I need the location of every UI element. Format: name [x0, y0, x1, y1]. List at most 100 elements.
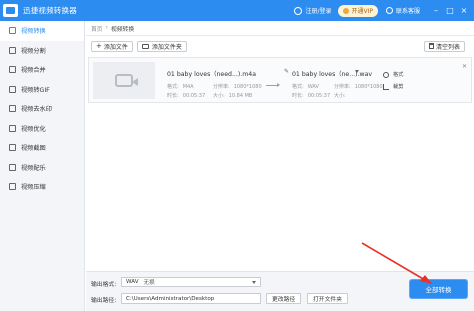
meta-label: 格式:	[167, 84, 179, 90]
source-format: 格式: M4A	[167, 83, 194, 90]
add-file-label: 添加文件	[103, 43, 128, 51]
chevron-down-icon	[252, 281, 256, 284]
sidebar-item-video-split[interactable]: 视频分割	[0, 41, 84, 61]
folder-icon	[141, 43, 149, 49]
meta-label: 大小:	[334, 93, 346, 99]
target-format: 格式: WAV	[292, 83, 319, 90]
target-file-name[interactable]: 01 baby loves（ne...).wav	[292, 69, 372, 78]
file-row[interactable]: 01 baby loves（need...).m4a 格式: M4A 分辨率: 10…	[88, 57, 472, 103]
watermark-icon	[9, 105, 16, 113]
sidebar-item-label: 视频转换	[21, 28, 46, 36]
file-list: 01 baby loves（need...).m4a 格式: M4A 分辨率: 10…	[88, 55, 472, 285]
breadcrumb-current: 视频转换	[110, 26, 135, 33]
output-path-label: 输出路径:	[91, 298, 117, 304]
sidebar-item-music[interactable]: 视频配乐	[0, 158, 84, 178]
clear-list-button[interactable]: 清空列表	[423, 40, 465, 52]
source-size: 大小: 10.84 MB	[213, 92, 252, 99]
convert-arrow-icon	[266, 83, 280, 87]
sidebar-item-label: 视频配乐	[21, 164, 46, 172]
sidebar-item-label: 视频分割	[21, 47, 46, 55]
title-bar: 迅捷视频转换器 注册/登录 开通VIP 联系客服 – □ ×	[0, 0, 474, 21]
main-panel: 首页 › 视频转换 + 添加文件 添加文件夹 清空列表 01 baby love…	[86, 21, 474, 311]
add-folder-button[interactable]: 添加文件夹	[136, 40, 187, 52]
trash-icon	[428, 43, 434, 49]
meta-value: 1080*1080	[233, 84, 262, 90]
optimize-icon	[9, 124, 16, 132]
output-format-label: 输出格式:	[91, 282, 117, 288]
breadcrumb: 首页 › 视频转换	[86, 21, 474, 36]
sidebar-item-video-convert[interactable]: 视频转换	[0, 21, 84, 41]
target-resolution: 分辨率: 1080*1080	[334, 83, 383, 90]
target-size: 大小:	[334, 92, 350, 99]
add-file-button[interactable]: + 添加文件	[91, 40, 133, 52]
merge-icon	[9, 66, 16, 74]
toolbar: + 添加文件 添加文件夹 清空列表	[91, 40, 469, 52]
meta-value: 1080*1080	[354, 84, 383, 90]
screenshot-icon	[9, 144, 16, 152]
vip-button[interactable]: 开通VIP	[338, 4, 378, 17]
meta-value: 00:05:37	[182, 93, 206, 99]
meta-label: 分辨率:	[334, 84, 351, 90]
crop-label: 裁剪	[393, 84, 404, 90]
sidebar: 视频转换 视频分割 视频合并 视频转GIF 视频去水印 视频优化 视频截图 视频…	[0, 21, 85, 311]
sidebar-item-label: 视频转GIF	[21, 86, 50, 94]
sidebar-item-label: 视频去水印	[21, 106, 52, 114]
gear-icon	[383, 71, 389, 78]
close-button[interactable]: ×	[458, 5, 470, 17]
source-resolution: 分辨率: 1080*1080	[213, 83, 262, 90]
app-logo-icon	[3, 4, 18, 17]
user-icon[interactable]	[294, 6, 303, 15]
crop-icon	[383, 83, 389, 90]
meta-value: WAV	[307, 84, 319, 90]
meta-label: 时长:	[167, 93, 179, 99]
source-duration: 时长: 00:05:37	[167, 92, 205, 99]
vip-crown-icon	[343, 7, 350, 14]
output-format-select[interactable]: WAV 无损	[121, 277, 261, 287]
gif-icon	[9, 85, 16, 93]
target-dropdown-icon[interactable]	[355, 70, 359, 73]
service-icon[interactable]	[385, 7, 393, 14]
remove-file-icon[interactable]: ✕	[462, 63, 467, 70]
sidebar-item-optimize[interactable]: 视频优化	[0, 119, 84, 139]
app-title: 迅捷视频转换器	[23, 6, 77, 15]
service-link[interactable]: 联系客服	[396, 6, 420, 15]
output-settings-bar: 输出格式: WAV 无损 输出路径: C:\Users\Administrato…	[86, 271, 474, 311]
format-settings-button[interactable]: 格式	[383, 71, 403, 78]
meta-label: 分辨率:	[213, 84, 230, 90]
sidebar-item-video-merge[interactable]: 视频合并	[0, 60, 84, 80]
output-path-field[interactable]: C:\Users\Administrator\Desktop	[121, 293, 261, 304]
maximize-button[interactable]: □	[444, 5, 456, 17]
meta-label: 格式:	[292, 84, 304, 90]
scissors-icon	[9, 46, 16, 54]
meta-value: 10.84 MB	[228, 93, 253, 99]
sidebar-item-video-gif[interactable]: 视频转GIF	[0, 80, 84, 100]
convert-all-button[interactable]: 全部转换	[410, 280, 467, 298]
vip-label: 开通VIP	[351, 8, 373, 15]
sidebar-item-compress[interactable]: 视频压缩	[0, 177, 84, 197]
music-icon	[9, 163, 16, 171]
meta-value: 00:05:37	[307, 93, 331, 99]
output-format-sub: 无损	[143, 280, 155, 286]
meta-value: M4A	[182, 84, 194, 90]
edit-name-icon[interactable]: ✎	[284, 68, 289, 75]
breadcrumb-home[interactable]: 首页	[91, 24, 103, 33]
plus-icon: +	[96, 41, 102, 50]
sidebar-item-screenshot[interactable]: 视频截图	[0, 138, 84, 158]
login-link[interactable]: 注册/登录	[305, 6, 331, 15]
breadcrumb-separator: ›	[105, 25, 108, 31]
target-duration: 时长: 00:05:37	[292, 92, 330, 99]
minimize-button[interactable]: –	[430, 5, 442, 17]
output-format-value: WAV	[126, 279, 139, 285]
sidebar-item-label: 视频合并	[21, 67, 46, 75]
compress-icon	[9, 183, 16, 191]
sidebar-item-label: 视频压缩	[21, 184, 46, 192]
change-path-button[interactable]: 更改路径	[266, 293, 302, 304]
source-file-name: 01 baby loves（need...).m4a	[167, 71, 256, 78]
sidebar-item-label: 视频截图	[21, 145, 46, 153]
meta-label: 时长:	[292, 93, 304, 99]
sidebar-item-watermark[interactable]: 视频去水印	[0, 99, 84, 119]
open-folder-button[interactable]: 打开文件夹	[307, 293, 348, 304]
sidebar-item-label: 视频优化	[21, 125, 46, 133]
crop-button[interactable]: 裁剪	[383, 83, 403, 90]
video-convert-icon	[9, 27, 16, 35]
